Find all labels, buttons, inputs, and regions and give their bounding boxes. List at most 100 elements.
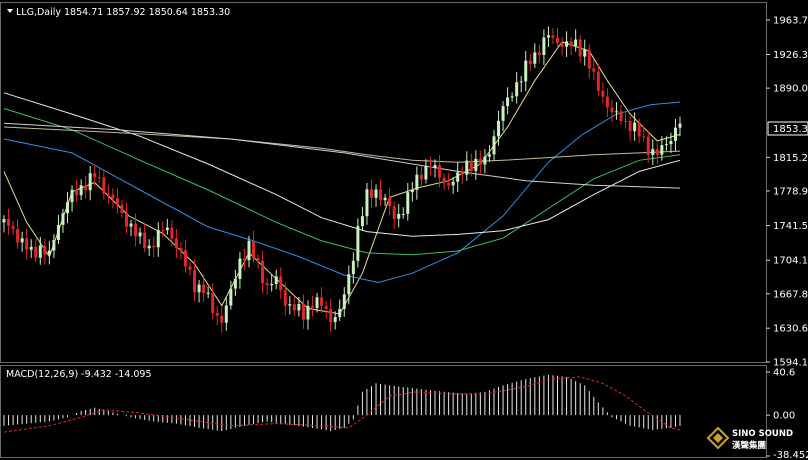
candle-body [342,294,346,309]
candle-body [88,173,92,191]
candle-body [261,260,265,284]
candle-body [556,37,560,43]
macd-tick-label: 40.6 [773,368,795,379]
candle-body [487,154,491,157]
candle-body [274,276,278,285]
candle-body [410,189,414,193]
candle-body [220,315,224,323]
candle-body [43,245,47,255]
candle-body [34,246,38,258]
candle-body [120,205,124,214]
candle-body [524,60,528,82]
candle-body [633,122,637,132]
candle-body [369,189,373,198]
candle-body [306,306,310,320]
candle-body [565,41,569,47]
candle-body [288,304,292,306]
price-tick-label: 1630.60 [773,324,808,335]
candle-body [93,173,97,178]
candle-body [360,216,364,227]
candle-body [624,121,628,123]
candle-body [156,230,160,248]
candle-body [569,41,573,46]
candle-body [497,120,501,137]
candle-body [610,107,614,113]
candle-body [147,245,151,249]
candle-body [188,266,192,270]
candle-body [456,172,460,182]
candle-body [401,213,405,215]
candle-body [397,213,401,219]
candle-body [143,232,147,249]
candle-body [542,37,546,55]
candle-body [460,172,464,175]
candle-body [374,189,378,198]
candle-body [229,288,233,306]
price-tick-label: 1667.80 [773,289,808,300]
candle-body [79,185,83,196]
candle-body [614,111,618,113]
candle-body [174,238,178,248]
candle-body [152,245,156,248]
candle-body [433,165,437,168]
candle-body [451,181,455,186]
candle-body [115,198,119,206]
logo-cn: 漢聲集團 [732,440,766,451]
candle-body [465,160,469,175]
candle-body [515,82,519,97]
candle-body [252,240,256,259]
candle-body [651,149,655,155]
candle-body [664,144,668,146]
candle-body [111,194,115,199]
candle-body [333,317,337,322]
candle-body [528,60,532,64]
candle-body [197,284,201,293]
chart-header: LLG,Daily 1854.71 1857.92 1850.64 1853.3… [7,7,230,18]
candle-body [238,258,242,279]
macd-tick-label: 0.00 [773,411,795,422]
candle-body [2,219,6,223]
candle-body [379,189,383,201]
candle-body [365,189,369,217]
candle-body [347,274,351,295]
candle-body [492,136,496,155]
price-chart[interactable]: 1963.70 1926.30 1890.00 1815.20 1778.90 1741.… [0,0,808,460]
candle-body [320,297,324,306]
candle-body [224,305,228,323]
candle-body [546,35,550,38]
candle-body [501,106,505,121]
candle-body [474,158,478,171]
candle-body [138,232,142,237]
candle-body [533,52,537,64]
candle-body [655,149,659,155]
candle-body [673,127,677,141]
ohlc-header: 1854.71 1857.92 1850.64 1853.30 [64,7,230,18]
price-tick-label: 1890.00 [773,84,808,95]
candle-body [447,183,451,186]
candle-body [97,177,101,179]
candle-body [161,230,165,232]
candle-body [134,223,138,237]
candle-body [170,227,174,239]
candle-body [551,35,555,38]
candle-body [415,174,419,190]
candle-body [47,250,51,255]
candle-body [84,185,88,191]
candle-body [61,213,65,225]
candle-body [628,121,632,132]
candle-body [478,158,482,165]
candle-body [637,122,641,137]
candle-body [560,42,564,47]
price-tick-label: 1926.30 [773,50,808,61]
candle-body [106,193,110,195]
candle-body [338,308,342,318]
candle-body [383,197,387,201]
candle-body [583,49,587,57]
candle-body [329,308,333,322]
candle-body [265,283,269,286]
candle-body [324,305,328,309]
candle-body [669,140,673,145]
candle-body [587,49,591,69]
candle-body [183,250,187,267]
candle-body [38,245,42,258]
